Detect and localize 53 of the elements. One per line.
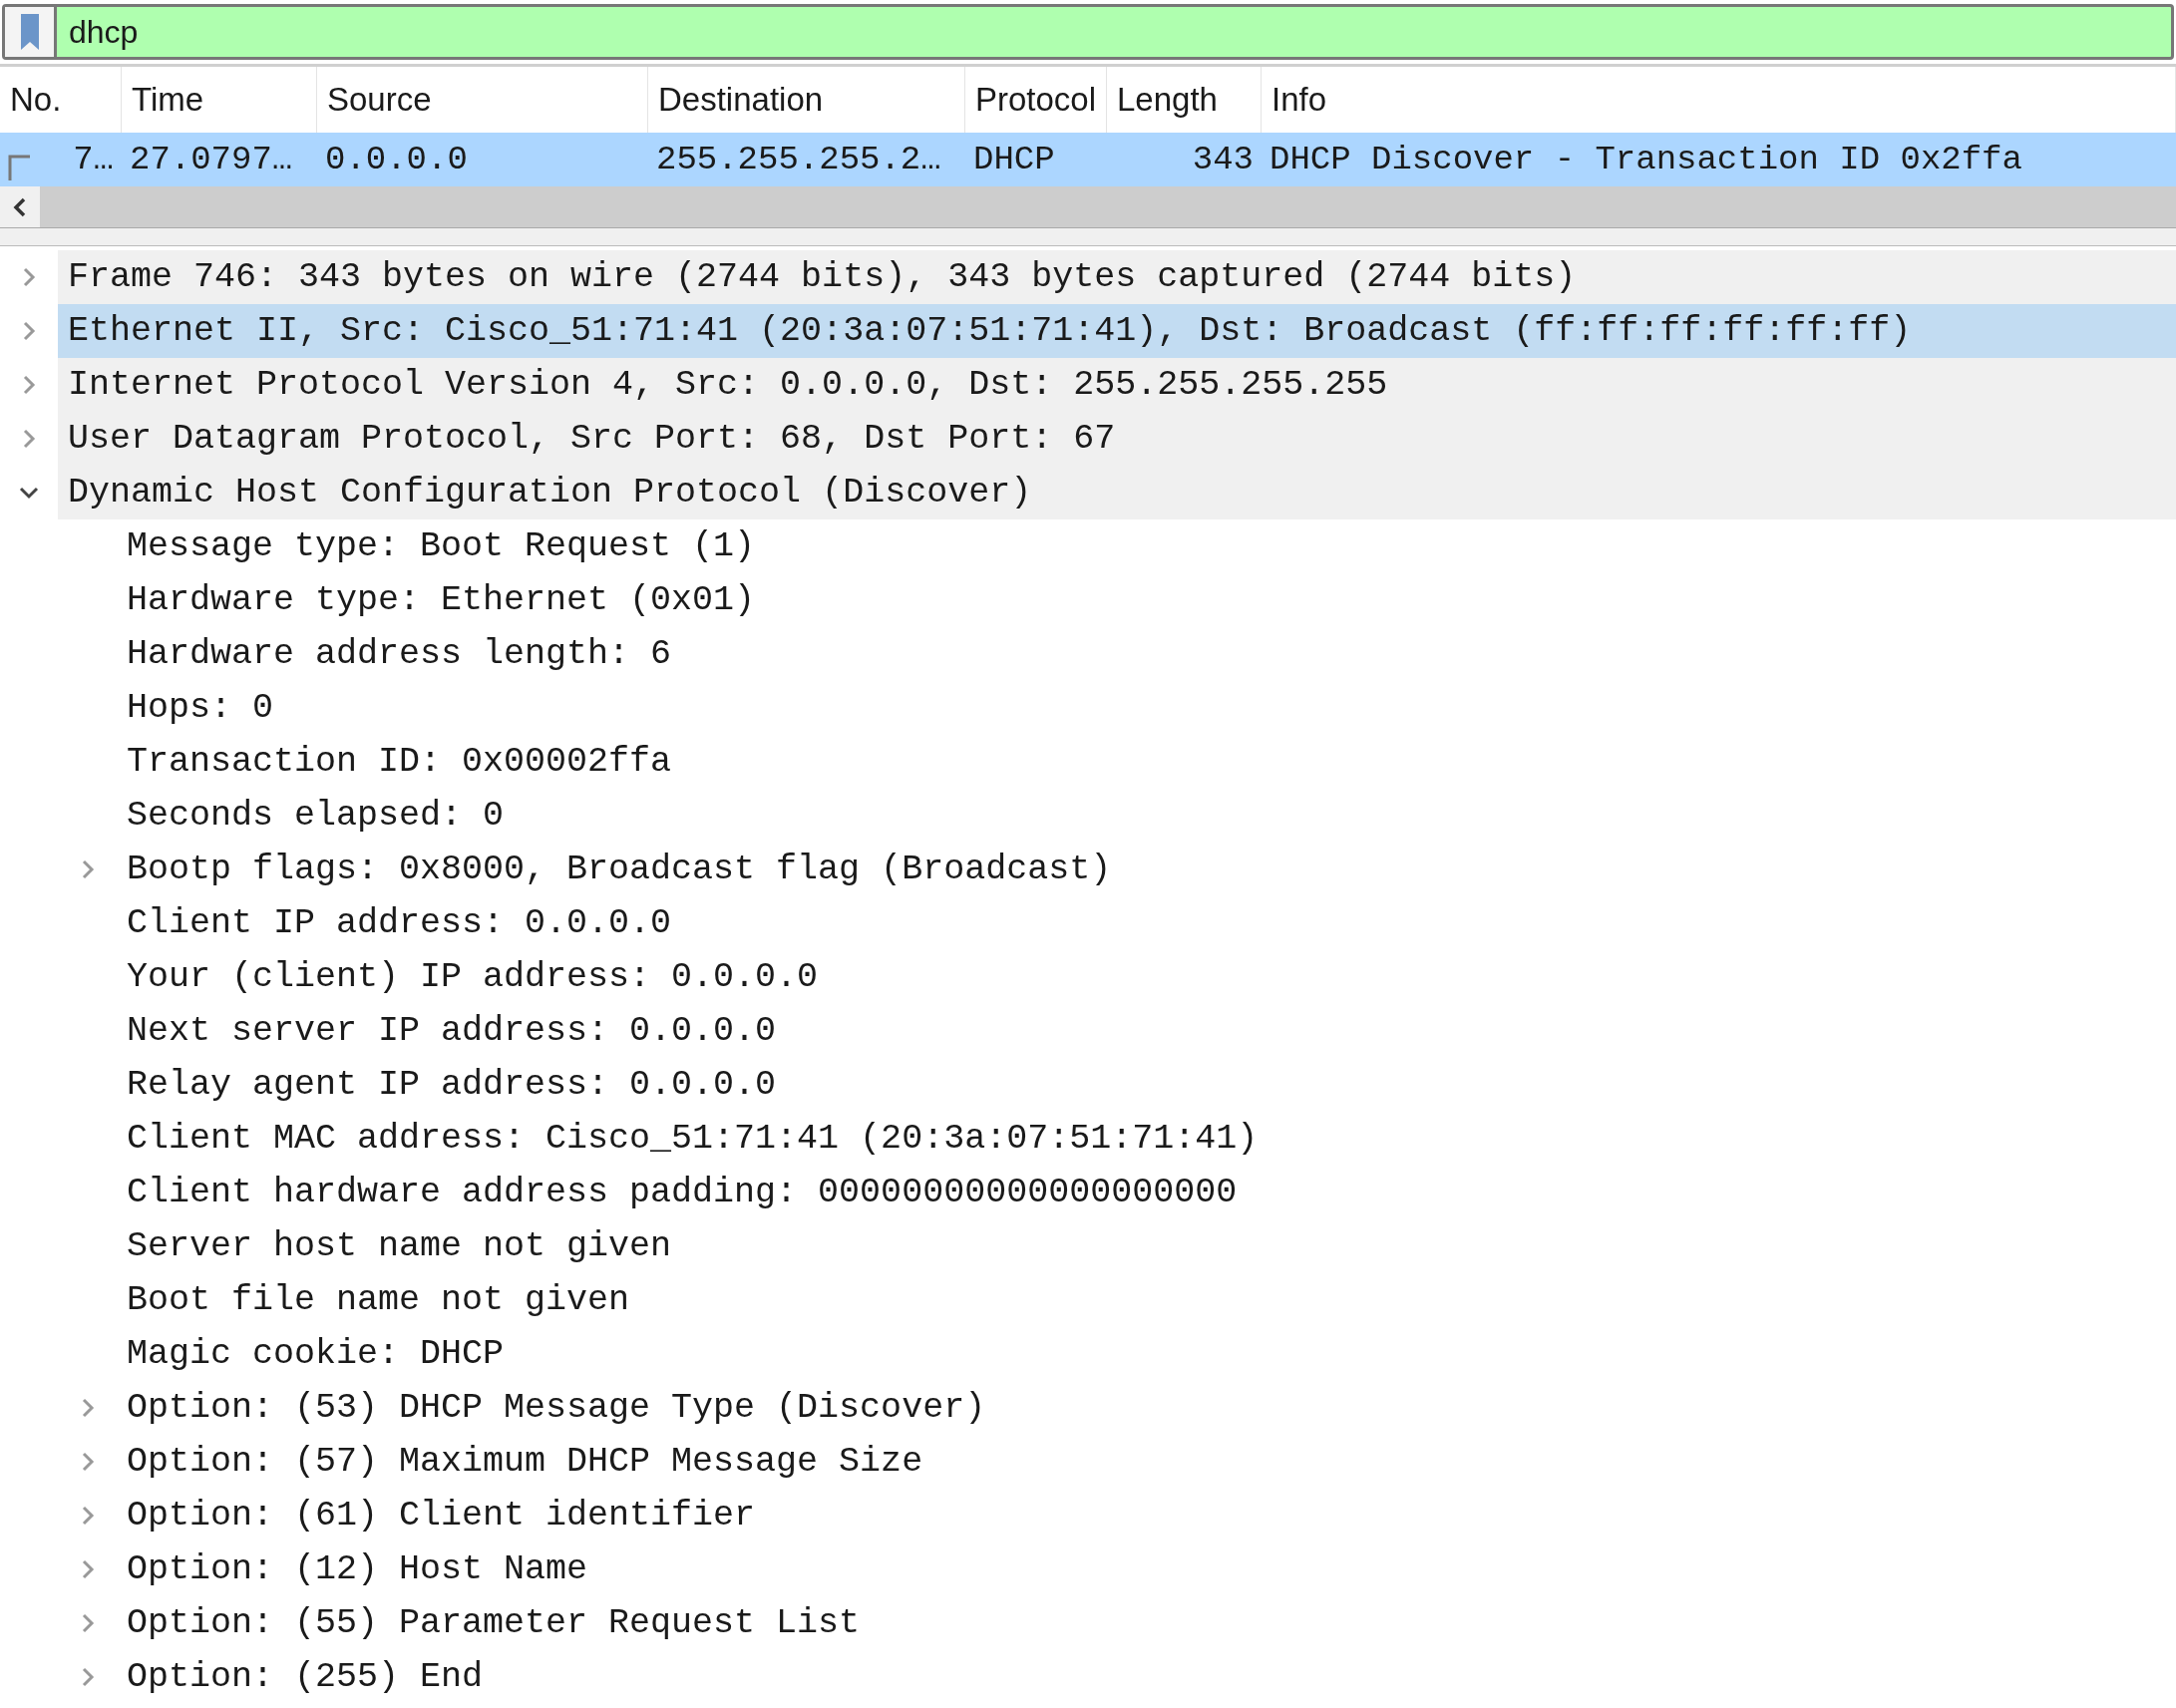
tree-item[interactable]: Frame 746: 343 bytes on wire (2744 bits), 343 bytes captured (2744 bits) [58,250,2176,304]
chevron-down-icon[interactable] [18,486,40,500]
tree-item[interactable]: Message type: Boot Request (1) [118,519,756,573]
tree-item[interactable]: Hops: 0 [118,681,274,735]
tree-item[interactable]: User Datagram Protocol, Src Port: 68, Dst Port: 67 [58,412,2176,466]
chevron-right-icon[interactable] [22,374,36,396]
tree-item[interactable]: Hardware address length: 6 [118,627,672,681]
chevron-right-icon[interactable] [81,1397,95,1419]
bookmark-icon[interactable] [18,12,41,52]
tree-item[interactable]: Option: (57) Maximum DHCP Message Size [118,1435,923,1489]
tree-item[interactable]: Option: (55) Parameter Request List [118,1596,861,1650]
tree-item[interactable]: Your (client) IP address: 0.0.0.0 [118,950,819,1004]
tree-item[interactable]: Ethernet II, Src: Cisco_51:71:41 (20:3a:07:51:71:41), Dst: Broadcast (ff:ff:ff:ff:ff:ff) [58,304,2176,358]
chevron-right-icon[interactable] [22,320,36,342]
chevron-right-icon[interactable] [22,428,36,450]
tree-connector-icon [8,155,32,180]
chevron-right-icon[interactable] [22,266,36,288]
horizontal-scrollbar[interactable] [0,186,2176,228]
tree-item[interactable]: Boot file name not given [118,1273,630,1327]
tree-item[interactable]: Dynamic Host Configuration Protocol (Discover) [58,466,2176,519]
chevron-right-icon[interactable] [81,1666,95,1688]
chevron-right-icon[interactable] [81,858,95,880]
tree-item[interactable]: Option: (12) Host Name [118,1542,588,1596]
chevron-right-icon[interactable] [81,1612,95,1634]
tree-item[interactable]: Client MAC address: Cisco_51:71:41 (20:3a:07:51:71:41) [118,1112,1259,1166]
scroll-left-icon[interactable] [13,196,27,217]
tree-item[interactable]: Bootp flags: 0x8000, Broadcast flag (Broadcast) [118,843,1112,896]
tree-item[interactable]: Internet Protocol Version 4, Src: 0.0.0.0, Dst: 255.255.255.255 [58,358,2176,412]
tree-item[interactable]: Seconds elapsed: 0 [118,789,505,843]
packet-row[interactable]: 7… 27.0797… 0.0.0.0 255.255.255.2… DHCP 343 DHCP Discover - Transaction ID 0x2ffa [0,133,2176,186]
packet-cell-text: DHCP Discover - Transaction ID 0x2ffa [1269,139,2022,180]
tree-item[interactable]: Option: (61) Client identifier [118,1489,756,1542]
tree-item[interactable]: Next server IP address: 0.0.0.0 [118,1004,777,1058]
packet-cell-text: 7… [73,139,114,180]
packet-cell-text: DHCP [973,139,1055,180]
tree-item[interactable]: Client IP address: 0.0.0.0 [118,896,672,950]
display-filter-field[interactable]: dhcp [2,4,2174,60]
tree-item[interactable]: Magic cookie: DHCP [118,1327,505,1381]
packet-cell-text: 0.0.0.0 [325,139,468,180]
tree-item[interactable]: Transaction ID: 0x00002ffa [118,735,672,789]
chevron-right-icon[interactable] [81,1558,95,1580]
tree-item[interactable]: Client hardware address padding: 00000000000000000000 [118,1166,1238,1219]
tree-item[interactable]: Server host name not given [118,1219,672,1273]
pane-splitter[interactable] [0,228,2176,246]
packet-cell-text: 255.255.255.2… [656,139,941,180]
tree-item[interactable]: Option: (255) End [118,1650,484,1704]
tree-item[interactable]: Relay agent IP address: 0.0.0.0 [118,1058,777,1112]
tree-item[interactable]: Hardware type: Ethernet (0x01) [118,573,756,627]
chevron-right-icon[interactable] [81,1451,95,1473]
packet-cell-text: 27.0797… [130,139,293,180]
packet-cell-text: 343 [1192,139,1254,180]
tree-item[interactable]: Option: (53) DHCP Message Type (Discover) [118,1381,986,1435]
chevron-right-icon[interactable] [81,1505,95,1527]
